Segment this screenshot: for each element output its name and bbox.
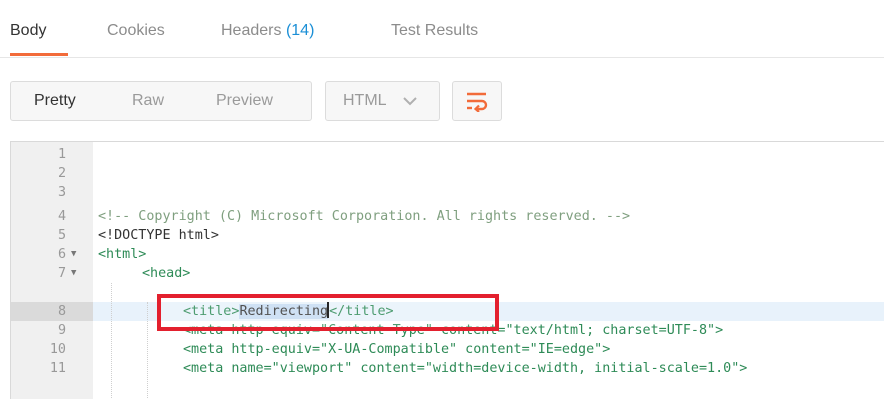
wrap-lines-button[interactable]	[452, 81, 502, 121]
response-tabs: Body Cookies Headers (14) Test Results	[0, 0, 884, 58]
line-number: 8	[57, 304, 66, 319]
raw-button[interactable]: Raw	[132, 92, 164, 110]
line-number: 4	[57, 209, 66, 224]
headers-count-badge: (14)	[285, 22, 315, 39]
language-select[interactable]: HTML	[325, 81, 440, 121]
highlight-annotation-box	[157, 294, 499, 331]
line-number: 1	[57, 147, 66, 162]
indent-guide	[147, 302, 148, 399]
tab-headers[interactable]: Headers (14)	[221, 22, 314, 40]
code-line-10: <meta http-equiv="X-UA-Compatible" conte…	[183, 342, 611, 357]
preview-button[interactable]: Preview	[216, 92, 273, 110]
code-line-6: <html>	[98, 247, 147, 262]
code-line-11: <meta name="viewport" content="width=dev…	[183, 361, 748, 376]
line-number: 10	[49, 342, 66, 357]
line-number: 7	[57, 266, 66, 281]
fold-arrow-icon[interactable]: ▼	[71, 245, 76, 264]
tab-cookies[interactable]: Cookies	[107, 22, 165, 40]
code-line-7: <head>	[142, 266, 191, 281]
code-line-4: <!-- Copyright (C) Microsoft Corporation…	[98, 209, 631, 224]
response-body-editor[interactable]: 1 2 3 4 5 6 ▼ 7 ▼ 8 9 10 11 <!-- Copyrig…	[10, 141, 884, 399]
tab-test-results[interactable]: Test Results	[391, 22, 478, 40]
line-number: 6	[57, 247, 66, 262]
line-number: 2	[57, 166, 66, 181]
tab-headers-label: Headers	[221, 22, 282, 39]
language-select-value: HTML	[343, 92, 387, 109]
code-line-5: <!DOCTYPE html>	[98, 228, 219, 243]
chevron-down-icon	[402, 94, 418, 112]
line-number: 11	[49, 361, 66, 376]
view-mode-group: Pretty Raw Preview	[10, 81, 312, 121]
line-number: 9	[57, 323, 66, 338]
line-number: 3	[57, 185, 66, 200]
tab-body[interactable]: Body	[10, 22, 46, 40]
indent-guide	[111, 283, 112, 399]
pretty-button[interactable]: Pretty	[34, 92, 76, 110]
wrap-lines-icon	[467, 92, 488, 112]
fold-arrow-icon[interactable]: ▼	[71, 264, 76, 283]
active-tab-indicator	[10, 53, 68, 56]
line-number: 5	[57, 228, 66, 243]
